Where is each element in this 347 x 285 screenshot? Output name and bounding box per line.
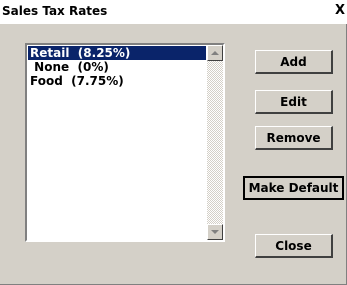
vertical-scrollbar[interactable] xyxy=(207,45,223,240)
make-default-button[interactable]: Make Default xyxy=(243,176,344,200)
remove-button[interactable]: Remove xyxy=(255,126,333,150)
scroll-up-arrow-icon xyxy=(211,51,219,55)
tax-rates-list: Retail (8.25%) None (0%) Food (7.75%) xyxy=(28,46,206,88)
close-icon[interactable]: X xyxy=(335,3,345,18)
sales-tax-rates-dialog: Sales Tax Rates X Retail (8.25%) None (0… xyxy=(0,0,347,285)
close-button[interactable]: Close xyxy=(255,234,333,258)
scroll-down-button[interactable] xyxy=(207,224,223,240)
add-button[interactable]: Add xyxy=(255,50,333,74)
tax-rates-listbox[interactable]: Retail (8.25%) None (0%) Food (7.75%) xyxy=(25,43,225,242)
list-item-retail[interactable]: Retail (8.25%) xyxy=(28,46,206,60)
scroll-down-arrow-icon xyxy=(211,230,219,234)
scroll-up-button[interactable] xyxy=(207,45,223,61)
list-item-food[interactable]: Food (7.75%) xyxy=(28,74,206,88)
title-bar: Sales Tax Rates X xyxy=(0,0,347,24)
dialog-title: Sales Tax Rates xyxy=(2,4,108,18)
edit-button[interactable]: Edit xyxy=(255,90,333,114)
list-item-none[interactable]: None (0%) xyxy=(28,60,206,74)
